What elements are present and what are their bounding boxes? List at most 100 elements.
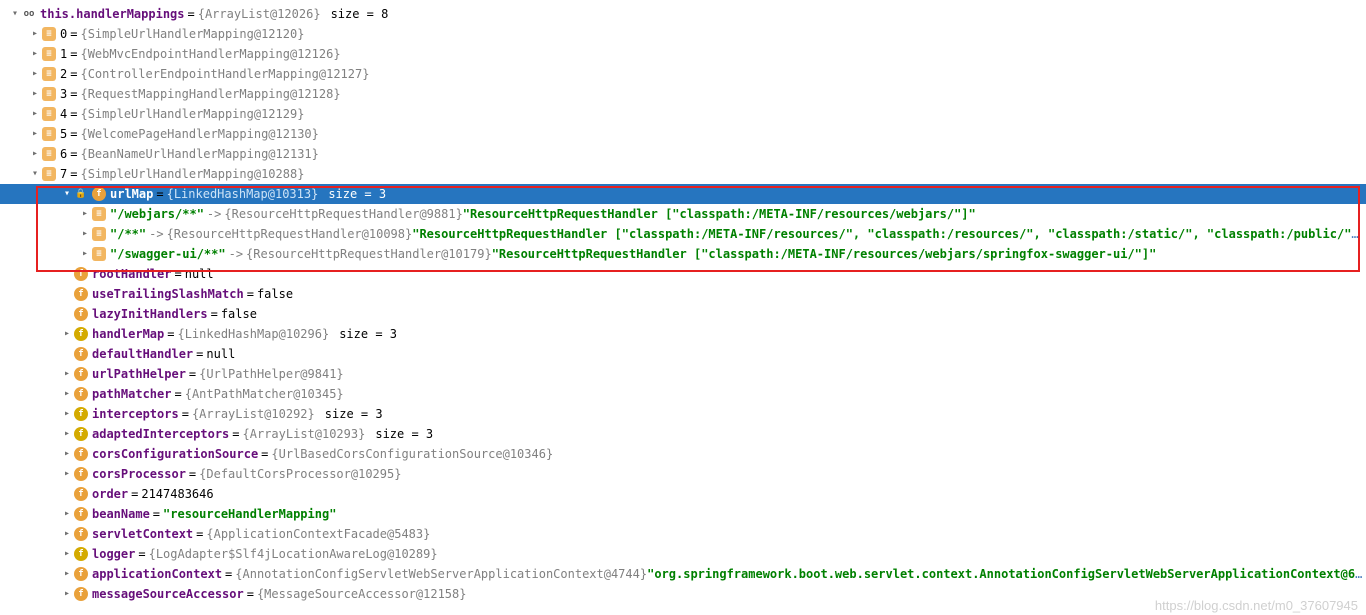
index-label: 0 (60, 24, 67, 44)
tree-row-item[interactable]: ▾≡7={SimpleUrlHandlerMapping@10288} (0, 164, 1366, 184)
tree-row-field[interactable]: ▸fbeanName = "resourceHandlerMapping" (0, 504, 1366, 524)
type-label: {ResourceHttpRequestHandler@10179} (246, 244, 492, 264)
field-name: corsProcessor (92, 464, 186, 484)
expand-arrow[interactable]: ▸ (60, 567, 74, 581)
tree-row-root[interactable]: ▾ oo this.handlerMappings = {ArrayList@1… (0, 4, 1366, 24)
expand-arrow[interactable]: ▾ (8, 7, 22, 21)
expand-arrow[interactable]: ▸ (78, 247, 92, 261)
tree-row-field[interactable]: ▸furlPathHelper = {UrlPathHelper@9841} (0, 364, 1366, 384)
expand-arrow[interactable]: ▸ (28, 87, 42, 101)
tree-row-field[interactable]: ▸finterceptors = {ArrayList@10292}size =… (0, 404, 1366, 424)
tree-row-field[interactable]: ▸flogger = {LogAdapter$Slf4jLocationAwar… (0, 544, 1366, 564)
tree-row-item[interactable]: ▸≡6={BeanNameUrlHandlerMapping@12131} (0, 144, 1366, 164)
tree-row-field[interactable]: ▸flazyInitHandlers = false (0, 304, 1366, 324)
tree-row-item[interactable]: ▸≡3={RequestMappingHandlerMapping@12128} (0, 84, 1366, 104)
field-name: interceptors (92, 404, 179, 424)
field-name: servletContext (92, 524, 193, 544)
type-label: {ArrayList@12026} (198, 4, 321, 24)
debug-tree: ▾ oo this.handlerMappings = {ArrayList@1… (0, 0, 1366, 608)
type-label: {RequestMappingHandlerMapping@12128} (80, 84, 340, 104)
field-name: order (92, 484, 128, 504)
type-label: {SimpleUrlHandlerMapping@12120} (80, 24, 304, 44)
tree-row-item[interactable]: ▸≡1={WebMvcEndpointHandlerMapping@12126} (0, 44, 1366, 64)
view-link[interactable]: … View (1355, 564, 1366, 584)
index-label: 2 (60, 64, 67, 84)
expand-arrow[interactable]: ▸ (78, 227, 92, 241)
expand-arrow[interactable]: ▸ (60, 367, 74, 381)
expand-arrow[interactable]: ▸ (60, 587, 74, 601)
tree-row-field[interactable]: ▸fhandlerMap = {LinkedHashMap@10296}size… (0, 324, 1366, 344)
tree-row-item[interactable]: ▸≡5={WelcomePageHandlerMapping@12130} (0, 124, 1366, 144)
field-name: defaultHandler (92, 344, 193, 364)
index-label: 4 (60, 104, 67, 124)
index-label: 5 (60, 124, 67, 144)
tree-row-item[interactable]: ▸≡2={ControllerEndpointHandlerMapping@12… (0, 64, 1366, 84)
value-label: "ResourceHttpRequestHandler ["classpath:… (492, 244, 1157, 264)
value-label: false (257, 284, 293, 304)
tree-row-field[interactable]: ▸fpathMatcher = {AntPathMatcher@10345} (0, 384, 1366, 404)
tree-row-field[interactable]: ▸fcorsProcessor = {DefaultCorsProcessor@… (0, 464, 1366, 484)
expand-arrow[interactable]: ▸ (60, 467, 74, 481)
index-label: 7 (60, 164, 67, 184)
expand-arrow[interactable]: ▾ (60, 187, 74, 201)
type-label: {LogAdapter$Slf4jLocationAwareLog@10289} (149, 544, 438, 564)
tree-row-field[interactable]: ▸fuseTrailingSlashMatch = false (0, 284, 1366, 304)
tree-row-field[interactable]: ▸fapplicationContext = {AnnotationConfig… (0, 564, 1366, 584)
expand-arrow[interactable]: ▾ (28, 167, 42, 181)
expand-arrow[interactable]: ▸ (60, 407, 74, 421)
type-label: {UrlBasedCorsConfigurationSource@10346} (271, 444, 553, 464)
size-label: size = 3 (339, 324, 397, 344)
expand-arrow[interactable]: ▸ (28, 107, 42, 121)
value-label: null (206, 344, 235, 364)
element-icon: ≡ (42, 27, 56, 41)
tree-row-entry[interactable]: ▸≡"/**"->{ResourceHttpRequestHandler@100… (0, 224, 1366, 244)
value-label: null (185, 264, 214, 284)
field-icon: f (74, 447, 88, 461)
expand-arrow[interactable]: ▸ (28, 47, 42, 61)
expand-arrow[interactable]: ▸ (78, 207, 92, 221)
expand-arrow[interactable]: ▸ (28, 147, 42, 161)
field-icon: f (74, 287, 88, 301)
type-label: {AnnotationConfigServletWebServerApplica… (235, 564, 647, 584)
expand-arrow[interactable]: ▸ (60, 447, 74, 461)
field-name: urlPathHelper (92, 364, 186, 384)
expand-arrow[interactable]: ▸ (60, 547, 74, 561)
field-name: applicationContext (92, 564, 222, 584)
element-icon: ≡ (42, 87, 56, 101)
type-label: {ArrayList@10293} (243, 424, 366, 444)
expand-arrow[interactable]: ▸ (60, 327, 74, 341)
element-icon: ≡ (42, 147, 56, 161)
tree-row-item[interactable]: ▸≡4={SimpleUrlHandlerMapping@12129} (0, 104, 1366, 124)
view-link[interactable]: … View (1351, 224, 1366, 244)
tree-row-field[interactable]: ▸fcorsConfigurationSource = {UrlBasedCor… (0, 444, 1366, 464)
type-label: {SimpleUrlHandlerMapping@10288} (80, 164, 304, 184)
expand-arrow[interactable]: ▸ (60, 387, 74, 401)
tree-row-entry[interactable]: ▸≡"/webjars/**"->{ResourceHttpRequestHan… (0, 204, 1366, 224)
field-name: beanName (92, 504, 150, 524)
expand-arrow[interactable]: ▸ (60, 527, 74, 541)
type-label: {BeanNameUrlHandlerMapping@12131} (80, 144, 318, 164)
expand-arrow[interactable]: ▸ (60, 507, 74, 521)
field-icon: f (74, 547, 88, 561)
tree-row-field[interactable]: ▸fadaptedInterceptors = {ArrayList@10293… (0, 424, 1366, 444)
tree-row-field[interactable]: ▸frootHandler = null (0, 264, 1366, 284)
size-label: size = 3 (375, 424, 433, 444)
type-label: {ApplicationContextFacade@5483} (206, 524, 430, 544)
index-label: 6 (60, 144, 67, 164)
expand-arrow[interactable]: ▸ (28, 27, 42, 41)
tree-row-item[interactable]: ▸≡0={SimpleUrlHandlerMapping@12120} (0, 24, 1366, 44)
element-icon: ≡ (42, 47, 56, 61)
expand-arrow[interactable]: ▸ (28, 67, 42, 81)
tree-row-entry[interactable]: ▸≡"/swagger-ui/**"->{ResourceHttpRequest… (0, 244, 1366, 264)
tree-row-urlmap[interactable]: ▾ 🔒 f urlMap = {LinkedHashMap@10313} siz… (0, 184, 1366, 204)
tree-row-field[interactable]: ▸forder = 2147483646 (0, 484, 1366, 504)
element-icon: ≡ (42, 167, 56, 181)
field-icon: f (74, 307, 88, 321)
expand-arrow[interactable]: ▸ (60, 427, 74, 441)
tree-row-field[interactable]: ▸fdefaultHandler = null (0, 344, 1366, 364)
tree-row-field[interactable]: ▸fservletContext = {ApplicationContextFa… (0, 524, 1366, 544)
type-label: {LinkedHashMap@10313} (167, 184, 319, 204)
field-name: adaptedInterceptors (92, 424, 229, 444)
expand-arrow[interactable]: ▸ (28, 127, 42, 141)
field-name: urlMap (110, 184, 153, 204)
